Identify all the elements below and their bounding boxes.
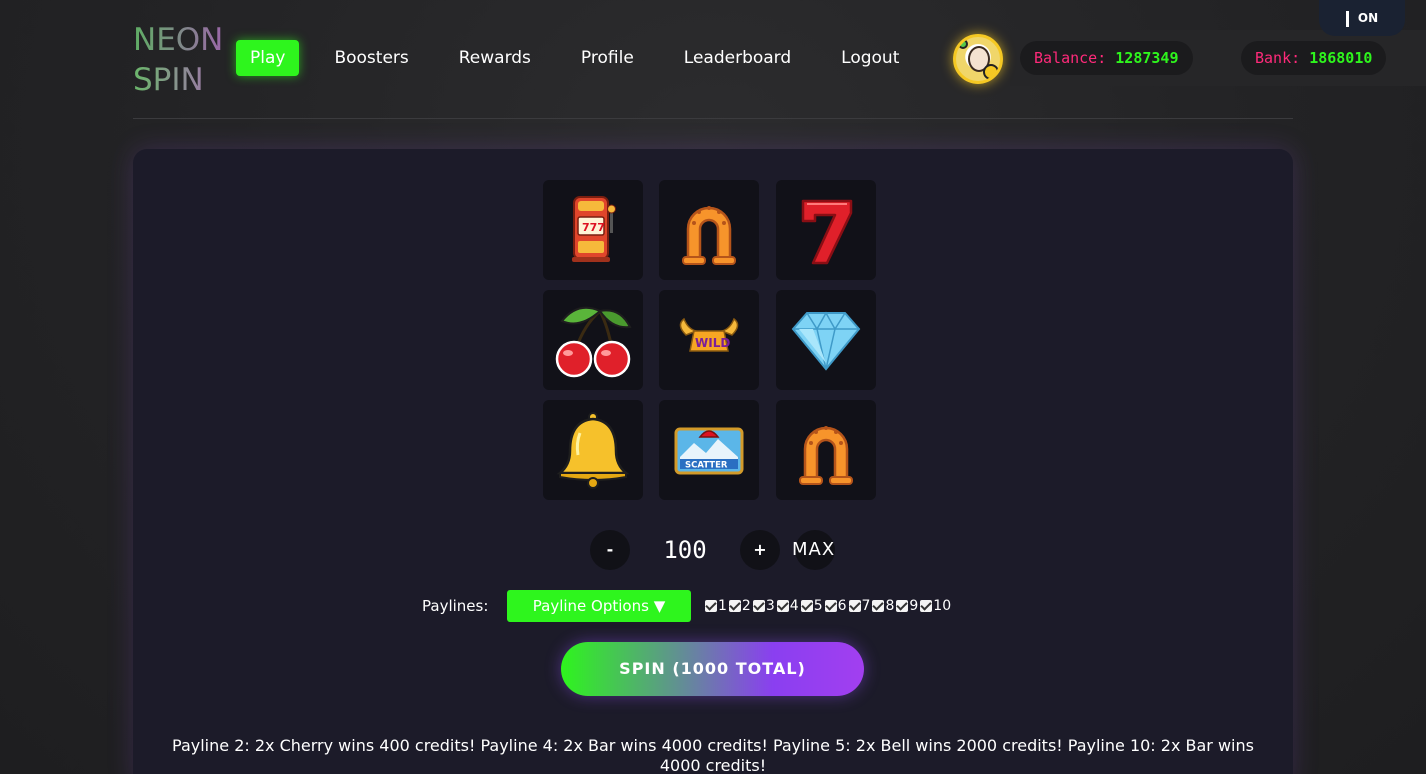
bet-amount: 100 <box>663 536 707 564</box>
checkbox-checked-icon[interactable] <box>776 600 789 612</box>
bank-label: Bank: <box>1255 49 1301 67</box>
payline-options-dropdown[interactable]: Payline Options ▼ <box>507 590 691 622</box>
slot-machine-icon: 777 <box>572 196 616 262</box>
nav-rewards[interactable]: Rewards <box>459 48 531 68</box>
payline-checkbox-label: 5 <box>813 598 823 614</box>
reel-cell: WILD <box>659 290 759 390</box>
checkbox-checked-icon[interactable] <box>848 600 861 612</box>
checkbox-checked-icon[interactable] <box>896 600 909 612</box>
nav-profile[interactable]: Profile <box>581 48 634 68</box>
paylines-label: Paylines: <box>422 597 489 615</box>
reel-cell <box>776 180 876 280</box>
payline-checkbox-label: 10 <box>933 598 952 614</box>
spin-button[interactable]: SPIN (1000 TOTAL) <box>561 642 864 696</box>
decrease-bet-button[interactable]: - <box>590 530 630 570</box>
avatar[interactable] <box>953 34 1003 84</box>
svg-text:777: 777 <box>582 221 605 234</box>
payline-checkbox[interactable]: 10 <box>920 596 951 616</box>
payline-checkbox-label: 8 <box>885 598 895 614</box>
payline-checkbox[interactable]: 7 <box>848 596 871 616</box>
checkbox-checked-icon[interactable] <box>920 600 933 612</box>
reel-cell <box>543 400 643 500</box>
payline-checkbox-label: 2 <box>741 598 751 614</box>
nav-leaderboard[interactable]: Leaderboard <box>684 48 791 68</box>
svg-text:SCATTER: SCATTER <box>685 461 728 471</box>
increase-bet-button[interactable]: + <box>740 530 780 570</box>
checkbox-checked-icon[interactable] <box>752 600 765 612</box>
scatter-icon: SCATTER <box>674 427 744 475</box>
coin-badge-icon <box>983 64 999 80</box>
payline-checkbox[interactable]: 4 <box>776 596 799 616</box>
horseshoe-icon <box>682 206 736 265</box>
reel-grid: 777 WILD SCATTER <box>543 180 876 500</box>
logo-line-1: NEON <box>133 20 243 60</box>
payline-checkbox-label: 9 <box>909 598 919 614</box>
wild-icon: WILD <box>679 317 739 352</box>
logo-line-2: SPIN <box>133 60 243 100</box>
checkbox-checked-icon[interactable] <box>824 600 837 612</box>
payline-checkbox[interactable]: 2 <box>728 596 751 616</box>
win-result-message: Payline 2: 2x Cherry wins 400 credits! P… <box>172 736 1254 774</box>
diamond-icon <box>791 311 861 371</box>
sound-toggle[interactable]: ON <box>1319 0 1405 36</box>
payline-checkbox-label: 1 <box>718 598 727 614</box>
balance-value: 1287349 <box>1115 49 1179 67</box>
bank-pill: Bank: 1868010 <box>1241 41 1387 75</box>
online-status-icon <box>958 39 968 49</box>
bell-icon <box>556 412 630 489</box>
max-bet-button[interactable]: MAX <box>792 536 835 564</box>
logo[interactable]: NEON SPIN <box>133 20 243 100</box>
payline-checkbox[interactable]: 8 <box>872 596 894 616</box>
svg-text:WILD: WILD <box>695 336 730 350</box>
seven-icon <box>801 199 853 265</box>
payline-checkbox[interactable]: 1 <box>705 596 727 616</box>
balance-pill: Balance: 1287349 <box>1020 41 1193 75</box>
payline-checkbox-label: 7 <box>861 598 871 614</box>
payline-checkbox[interactable]: 6 <box>824 596 847 616</box>
horseshoe-icon <box>799 426 853 485</box>
nav-play[interactable]: Play <box>236 40 300 76</box>
reel-cell: 777 <box>543 180 643 280</box>
header-divider <box>133 118 1293 119</box>
payline-checkbox-label: 6 <box>837 598 847 614</box>
reel-cell <box>776 400 876 500</box>
checkbox-checked-icon[interactable] <box>705 600 717 612</box>
toggle-label: ON <box>1357 11 1379 25</box>
nav-logout[interactable]: Logout <box>841 48 899 68</box>
nav-boosters[interactable]: Boosters <box>334 48 408 68</box>
main-nav: Play Boosters Rewards Profile Leaderboar… <box>236 40 899 76</box>
checkbox-checked-icon[interactable] <box>800 600 813 612</box>
payline-checkbox-label: 3 <box>765 598 775 614</box>
checkbox-checked-icon[interactable] <box>728 600 741 612</box>
cherry-icon <box>555 306 632 378</box>
bank-value: 1868010 <box>1309 49 1373 67</box>
toggle-indicator-icon <box>1345 10 1349 27</box>
payline-checkbox[interactable]: 5 <box>800 596 823 616</box>
balance-label: Balance: <box>1034 49 1107 67</box>
reel-cell: SCATTER <box>659 400 759 500</box>
payline-checkbox[interactable]: 9 <box>896 596 918 616</box>
payline-checkbox-label: 4 <box>789 598 799 614</box>
reel-cell <box>659 180 759 280</box>
reel-cell <box>776 290 876 390</box>
checkbox-checked-icon[interactable] <box>872 600 885 612</box>
reel-cell <box>543 290 643 390</box>
payline-checkbox[interactable]: 3 <box>752 596 775 616</box>
payline-checkboxes: 1 2 3 4 5 6 7 8 9 10 <box>705 596 953 616</box>
